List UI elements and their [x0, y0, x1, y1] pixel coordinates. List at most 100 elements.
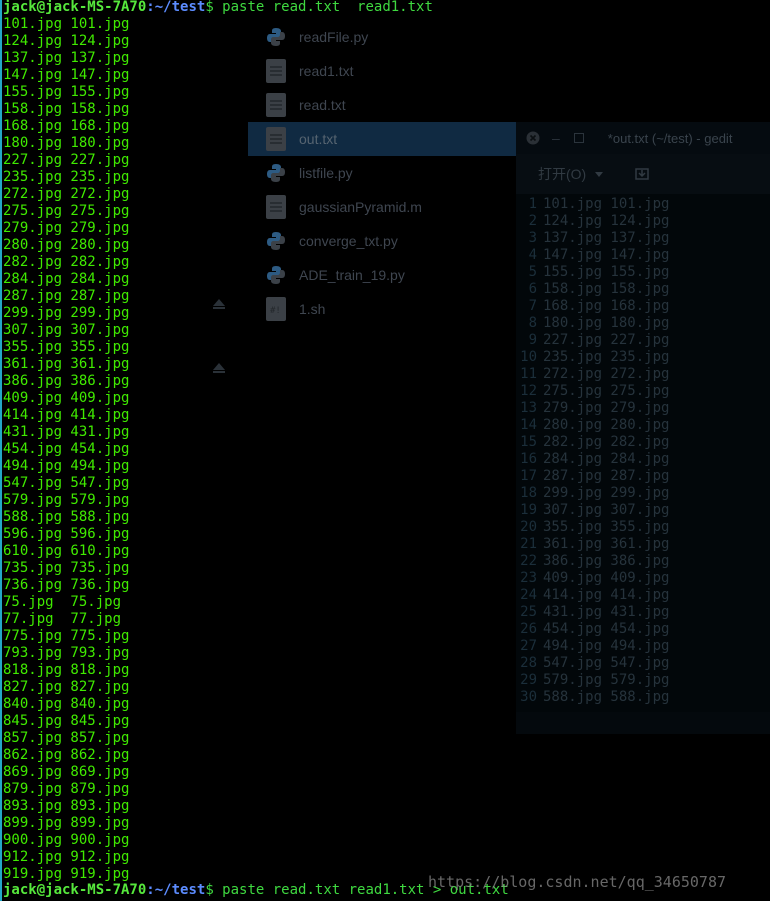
- terminal-line: 287.jpg 287.jpg: [3, 288, 130, 304]
- terminal-line: 818.jpg 818.jpg: [3, 662, 130, 678]
- editor-line: 2 124.jpg 124.jpg: [516, 213, 670, 230]
- prompt-path: :~/test: [146, 882, 206, 898]
- line-text: 588.jpg 588.jpg: [543, 689, 670, 705]
- terminal-line: 862.jpg 862.jpg: [3, 747, 130, 763]
- terminal-line: 284.jpg 284.jpg: [3, 271, 130, 287]
- terminal-line: 280.jpg 280.jpg: [3, 237, 130, 253]
- file-name: out.txt: [299, 131, 338, 147]
- line-text: 282.jpg 282.jpg: [543, 434, 670, 450]
- terminal-prompt-line: jack@jack-MS-7A70:~/test$ paste read.txt…: [3, 0, 433, 16]
- terminal-line: 869.jpg 869.jpg: [3, 764, 130, 780]
- file-name: 1.sh: [299, 301, 326, 317]
- editor-line: 17 287.jpg 287.jpg: [516, 468, 669, 485]
- window-title: *out.txt (~/test) - gedit: [607, 130, 733, 146]
- line-text: 101.jpg 101.jpg: [543, 196, 670, 212]
- editor-line: 11 272.jpg 272.jpg: [516, 366, 669, 383]
- terminal-line: 235.jpg 235.jpg: [3, 169, 130, 185]
- terminal-line: 275.jpg 275.jpg: [3, 203, 130, 219]
- terminal-line: 227.jpg 227.jpg: [3, 152, 130, 168]
- editor-line: 5 155.jpg 155.jpg: [516, 264, 670, 281]
- text-file-icon: [265, 92, 287, 118]
- terminal-line: 124.jpg 124.jpg: [3, 33, 130, 49]
- line-number: 14: [520, 417, 537, 433]
- file-item[interactable]: out.txt: [248, 122, 516, 156]
- file-item[interactable]: readFile.py: [248, 20, 516, 54]
- minimize-button[interactable]: –: [552, 130, 560, 146]
- gedit-text-editor[interactable]: 1 101.jpg 101.jpg 2 124.jpg 124.jpg 3 137.jpg…: [516, 194, 770, 712]
- svg-text:#!: #!: [270, 306, 281, 316]
- line-number: 21: [520, 536, 537, 552]
- editor-line: 28 547.jpg 547.jpg: [516, 655, 669, 672]
- scroll-up-icon[interactable]: [212, 362, 226, 374]
- terminal-line: 494.jpg 494.jpg: [3, 458, 130, 474]
- terminal-line: 736.jpg 736.jpg: [3, 577, 130, 593]
- gedit-statusbar: [516, 712, 770, 734]
- terminal-line: 75.jpg 75.jpg: [3, 594, 122, 610]
- editor-line: 7 168.jpg 168.jpg: [516, 298, 670, 315]
- maximize-button[interactable]: [573, 133, 584, 143]
- line-number: 15: [520, 434, 537, 450]
- terminal-line: 610.jpg 610.jpg: [3, 543, 130, 559]
- line-text: 284.jpg 284.jpg: [543, 451, 670, 467]
- editor-line: 20 355.jpg 355.jpg: [516, 519, 669, 536]
- editor-line: 12 275.jpg 275.jpg: [516, 383, 669, 400]
- line-number: 23: [520, 570, 537, 586]
- editor-line: 29 579.jpg 579.jpg: [516, 672, 669, 689]
- line-number: 17: [520, 468, 537, 484]
- file-item[interactable]: read1.txt: [248, 54, 516, 88]
- editor-line: 30 588.jpg 588.jpg: [516, 689, 669, 706]
- terminal-line: 454.jpg 454.jpg: [3, 441, 130, 457]
- line-text: 279.jpg 279.jpg: [543, 400, 670, 416]
- save-document-icon[interactable]: [634, 166, 650, 182]
- terminal-line: 827.jpg 827.jpg: [3, 679, 130, 695]
- editor-line: 6 158.jpg 158.jpg: [516, 281, 670, 298]
- file-manager-list: readFile.py read1.txt read.txt out.txt listf…: [248, 20, 518, 340]
- prompt-user: jack@jack-MS-7A70: [3, 0, 147, 15]
- file-name: read.txt: [299, 97, 346, 113]
- file-item[interactable]: read.txt: [248, 88, 516, 122]
- line-number: 7: [528, 298, 537, 314]
- python-file-icon: [265, 228, 287, 254]
- editor-line: 25 431.jpg 431.jpg: [516, 604, 669, 621]
- file-name: gaussianPyramid.m: [299, 199, 422, 215]
- prompt-user: jack@jack-MS-7A70: [3, 882, 147, 898]
- editor-line: 21 361.jpg 361.jpg: [516, 536, 669, 553]
- terminal-line: 272.jpg 272.jpg: [3, 186, 130, 202]
- terminal-line: 793.jpg 793.jpg: [3, 645, 130, 661]
- line-text: 409.jpg 409.jpg: [543, 570, 670, 586]
- line-number: 5: [528, 264, 537, 280]
- line-number: 3: [528, 230, 537, 246]
- file-item[interactable]: gaussianPyramid.m: [248, 190, 516, 224]
- line-text: 386.jpg 386.jpg: [543, 553, 670, 569]
- scroll-up-icon[interactable]: [212, 298, 226, 310]
- terminal-line: 840.jpg 840.jpg: [3, 696, 130, 712]
- terminal-line: 845.jpg 845.jpg: [3, 713, 130, 729]
- editor-line: 4 147.jpg 147.jpg: [516, 247, 670, 264]
- terminal-line: 899.jpg 899.jpg: [3, 815, 130, 831]
- terminal-line: 912.jpg 912.jpg: [3, 849, 130, 865]
- line-number: 18: [520, 485, 537, 501]
- terminal-left-border: [0, 0, 2, 901]
- line-number: 25: [520, 604, 537, 620]
- line-text: 494.jpg 494.jpg: [543, 638, 670, 654]
- open-button[interactable]: 打开(O): [538, 164, 604, 184]
- file-item[interactable]: converge_txt.py: [248, 224, 516, 258]
- terminal-line: 431.jpg 431.jpg: [3, 424, 130, 440]
- line-number: 11: [520, 366, 537, 382]
- terminal-line: 158.jpg 158.jpg: [3, 101, 130, 117]
- editor-line: 18 299.jpg 299.jpg: [516, 485, 669, 502]
- terminal-line: 101.jpg 101.jpg: [3, 16, 130, 32]
- file-item[interactable]: listfile.py: [248, 156, 516, 190]
- editor-line: 26 454.jpg 454.jpg: [516, 621, 669, 638]
- close-icon[interactable]: [526, 131, 540, 145]
- terminal-line: 735.jpg 735.jpg: [3, 560, 130, 576]
- line-text: 299.jpg 299.jpg: [543, 485, 670, 501]
- file-item[interactable]: ADE_train_19.py: [248, 258, 516, 292]
- gedit-window: – *out.txt (~/test) - gedit 打开(O) 1 101.j…: [516, 122, 770, 734]
- prompt-symbol: $: [205, 882, 223, 898]
- file-item[interactable]: #! 1.sh: [248, 292, 516, 326]
- line-number: 26: [520, 621, 537, 637]
- editor-line: 27 494.jpg 494.jpg: [516, 638, 669, 655]
- terminal-line: 893.jpg 893.jpg: [3, 798, 130, 814]
- line-text: 137.jpg 137.jpg: [543, 230, 670, 246]
